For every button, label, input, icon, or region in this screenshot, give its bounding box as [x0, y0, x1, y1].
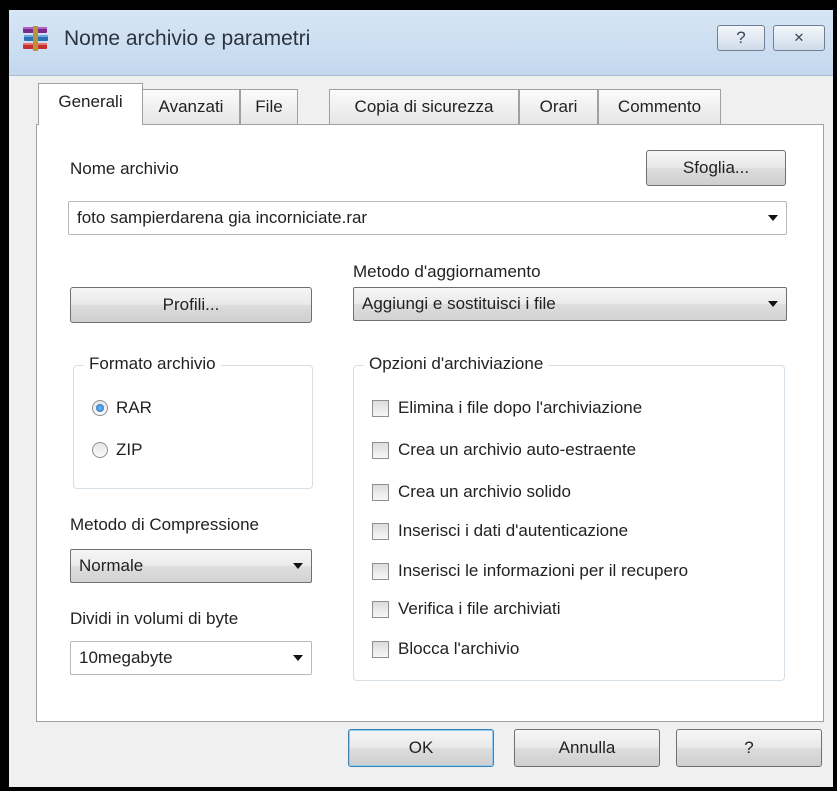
split-volumes-value: 10megabyte	[79, 648, 173, 667]
checkbox-solid[interactable]: Crea un archivio solido	[372, 480, 571, 504]
checkbox-delete-after-label: Elimina i file dopo l'archiviazione	[398, 398, 643, 417]
split-volumes-combobox[interactable]: 10megabyte	[70, 641, 312, 675]
radio-rar[interactable]: RAR	[92, 396, 152, 420]
checkbox-delete-after[interactable]: Elimina i file dopo l'archiviazione	[372, 396, 642, 420]
tab-generali[interactable]: Generali	[38, 83, 143, 125]
tab-avanzati[interactable]: Avanzati	[142, 89, 240, 124]
radio-zip[interactable]: ZIP	[92, 438, 142, 462]
split-volumes-label: Dividi in volumi di byte	[70, 609, 239, 628]
update-method-dropdown[interactable]: Aggiungi e sostituisci i file	[353, 287, 787, 321]
checkbox-lock-label: Blocca l'archivio	[398, 639, 520, 658]
archive-format-title: Formato archivio	[84, 354, 221, 374]
tab-orari[interactable]: Orari	[519, 89, 598, 124]
checkbox-solid-label: Crea un archivio solido	[398, 482, 571, 501]
cancel-button[interactable]: Annulla	[514, 729, 660, 767]
checkbox-authenticity[interactable]: Inserisci i dati d'autenticazione	[372, 519, 628, 543]
checkbox-icon[interactable]	[372, 600, 389, 618]
checkbox-sfx[interactable]: Crea un archivio auto-estraente	[372, 438, 636, 462]
close-x-icon[interactable]: ✕	[773, 25, 825, 51]
checkbox-icon[interactable]	[372, 441, 389, 459]
archive-name-value: foto sampierdarena gia incorniciate.rar	[77, 208, 368, 227]
title-bar[interactable]: Nome archivio e parametri ? ✕	[9, 10, 833, 76]
archive-name-combobox[interactable]: foto sampierdarena gia incorniciate.rar	[68, 201, 787, 235]
dialog-window: Nome archivio e parametri ? ✕ Generali A…	[9, 10, 833, 787]
compression-label: Metodo di Compressione	[70, 515, 259, 534]
browse-button[interactable]: Sfoglia...	[646, 150, 786, 186]
checkbox-icon[interactable]	[372, 399, 389, 417]
chevron-down-icon[interactable]	[293, 563, 303, 569]
tab-panel-generali: Nome archivio Sfoglia... foto sampierdar…	[36, 124, 824, 722]
ok-button[interactable]: OK	[348, 729, 494, 767]
checkbox-icon[interactable]	[372, 562, 389, 580]
archive-name-label: Nome archivio	[70, 159, 179, 178]
archive-options-title: Opzioni d'archiviazione	[364, 354, 549, 374]
checkbox-recovery-label: Inserisci le informazioni per il recuper…	[398, 561, 689, 580]
checkbox-authenticity-label: Inserisci i dati d'autenticazione	[398, 521, 629, 540]
archive-options-group: Opzioni d'archiviazione Elimina i file d…	[353, 354, 785, 681]
compression-dropdown[interactable]: Normale	[70, 549, 312, 583]
update-method-label: Metodo d'aggiornamento	[353, 262, 541, 281]
checkbox-icon[interactable]	[372, 640, 389, 658]
help-question-icon[interactable]: ?	[717, 25, 765, 51]
tab-commento[interactable]: Commento	[598, 89, 721, 124]
checkbox-recovery[interactable]: Inserisci le informazioni per il recuper…	[372, 559, 688, 583]
checkbox-lock[interactable]: Blocca l'archivio	[372, 637, 519, 661]
window-title: Nome archivio e parametri	[64, 27, 311, 50]
chevron-down-icon[interactable]	[768, 301, 778, 307]
archive-format-group: Formato archivio RAR ZIP	[73, 354, 313, 489]
radio-zip-label: ZIP	[116, 440, 143, 459]
profiles-button[interactable]: Profili...	[70, 287, 312, 323]
help-button[interactable]: ?	[676, 729, 822, 767]
checkbox-icon[interactable]	[372, 483, 389, 501]
checkbox-icon[interactable]	[372, 522, 389, 540]
winrar-books-icon	[23, 26, 48, 51]
chevron-down-icon[interactable]	[768, 215, 778, 221]
radio-rar-label: RAR	[116, 398, 152, 417]
compression-value: Normale	[79, 556, 144, 575]
update-method-value: Aggiungi e sostituisci i file	[362, 294, 556, 313]
chevron-down-icon[interactable]	[293, 655, 303, 661]
checkbox-test[interactable]: Verifica i file archiviati	[372, 597, 561, 621]
radio-unselected-icon[interactable]	[92, 442, 108, 458]
tab-copia-di-sicurezza[interactable]: Copia di sicurezza	[329, 89, 519, 124]
radio-selected-icon[interactable]	[92, 400, 108, 416]
checkbox-sfx-label: Crea un archivio auto-estraente	[398, 440, 637, 459]
checkbox-test-label: Verifica i file archiviati	[398, 599, 561, 618]
tab-file[interactable]: File	[240, 89, 298, 124]
